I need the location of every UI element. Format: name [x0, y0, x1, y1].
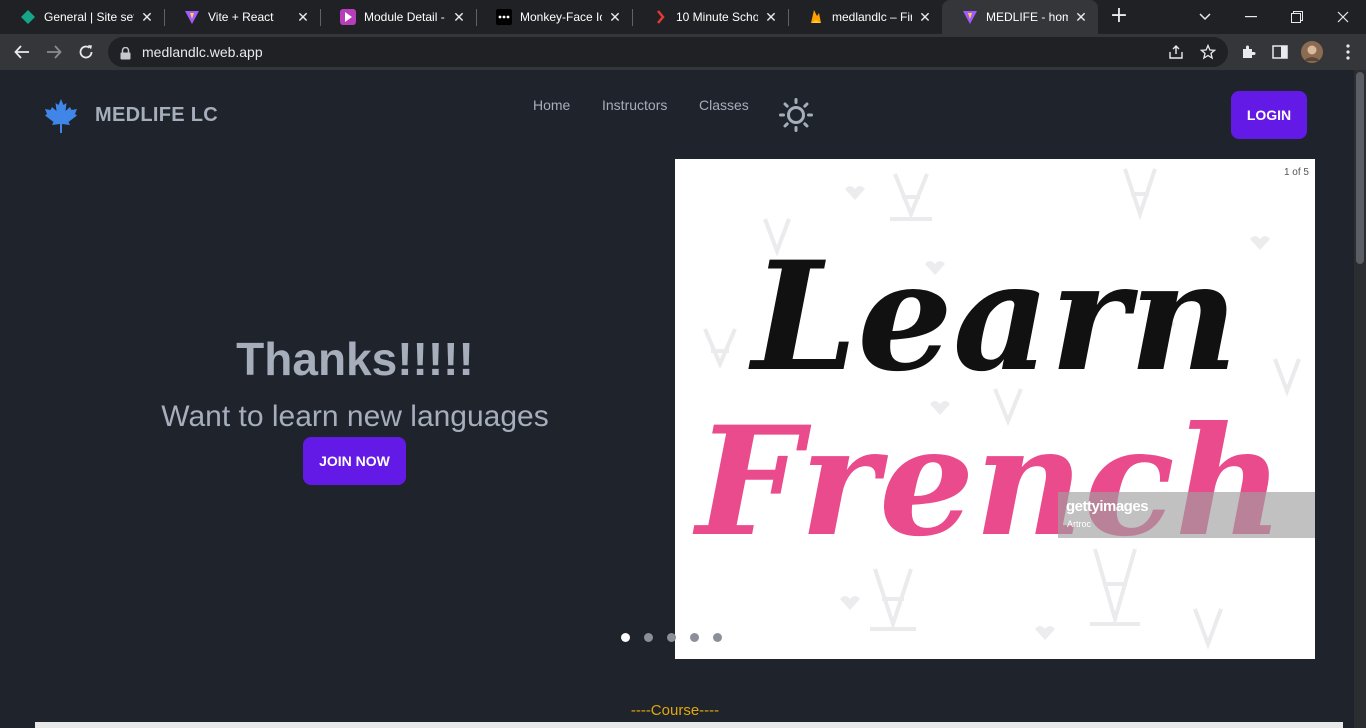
section-divider: [35, 722, 1343, 728]
tab-title: medlandlc – Fireb: [832, 10, 912, 24]
dots-icon: [496, 9, 512, 25]
close-tab-icon[interactable]: ✕: [452, 9, 466, 26]
browser-tab-strip: General | Site setti ✕ Vite + React ✕ Mo…: [0, 0, 1366, 34]
minimize-button[interactable]: [1228, 0, 1274, 34]
slide-counter: 1 of 5: [1283, 167, 1309, 178]
browser-tab[interactable]: Module Detail - P ✕: [320, 2, 476, 32]
bookmark-star-icon[interactable]: [1198, 42, 1218, 62]
tab-title: Monkey-Face Icon: [520, 10, 602, 24]
close-tab-icon[interactable]: ✕: [764, 9, 778, 26]
close-window-button[interactable]: [1320, 0, 1366, 34]
vite-icon: [184, 9, 200, 25]
play-icon: [340, 9, 356, 25]
carousel-slide-image[interactable]: Learn French 1 of 5 gettyimages Artroc: [675, 159, 1315, 659]
vite-icon: [962, 9, 978, 25]
browser-tab[interactable]: Monkey-Face Icon ✕: [476, 2, 632, 32]
forward-icon[interactable]: [42, 40, 66, 64]
close-tab-icon[interactable]: ✕: [1074, 9, 1088, 26]
browser-tab[interactable]: medlandlc – Fireb ✕: [788, 2, 942, 32]
close-tab-icon[interactable]: ✕: [918, 9, 932, 26]
restore-button[interactable]: [1274, 0, 1320, 34]
carousel-dot[interactable]: [621, 633, 630, 642]
carousel-dot[interactable]: [644, 633, 653, 642]
side-panel-icon[interactable]: [1270, 42, 1290, 62]
nav-link-instructors[interactable]: Instructors: [602, 97, 667, 113]
brand-name[interactable]: MEDLIFE LC: [95, 104, 218, 127]
address-bar[interactable]: medlandlc.web.app: [108, 37, 1228, 67]
scrollbar-thumb[interactable]: [1356, 72, 1364, 264]
carousel-dot[interactable]: [690, 633, 699, 642]
tab-search-icon[interactable]: [1182, 0, 1228, 34]
tab-title: MEDLIFE - home: [986, 10, 1068, 24]
close-tab-icon[interactable]: ✕: [608, 9, 622, 26]
tab-title: Module Detail - P: [364, 10, 446, 24]
maple-leaf-icon[interactable]: [44, 98, 78, 134]
ten-minute-icon: [652, 9, 668, 25]
browser-tab[interactable]: Vite + React ✕: [164, 2, 320, 32]
nav-link-home[interactable]: Home: [533, 97, 570, 113]
image-credit: Artroc: [1067, 519, 1092, 529]
hero-subtitle: Want to learn new languages: [161, 400, 549, 433]
browser-tab[interactable]: 10 Minute School ✕: [632, 2, 788, 32]
join-now-button[interactable]: JOIN NOW: [303, 437, 406, 485]
slide-word-french: French: [692, 394, 1284, 570]
watermark-text: gettyimages: [1066, 498, 1149, 515]
close-tab-icon[interactable]: ✕: [140, 9, 154, 26]
sun-icon[interactable]: [779, 98, 813, 132]
browser-tab[interactable]: General | Site setti ✕: [0, 2, 164, 32]
tab-title: Vite + React: [208, 10, 274, 24]
browser-toolbar: medlandlc.web.app: [0, 34, 1366, 70]
diamond-icon: [20, 9, 36, 25]
firebase-icon: [808, 9, 824, 25]
carousel-dot[interactable]: [667, 633, 676, 642]
carousel-dots: [621, 633, 722, 643]
menu-kebab-icon[interactable]: [1338, 42, 1358, 62]
getty-watermark: gettyimages Artroc: [1058, 492, 1315, 538]
tab-title: 10 Minute School: [676, 10, 758, 24]
share-icon[interactable]: [1166, 42, 1186, 62]
course-section-label: ----Course----: [630, 702, 720, 719]
web-page: MEDLIFE LC Home Instructors Classes LOGI…: [0, 70, 1354, 728]
lock-icon[interactable]: [120, 45, 131, 64]
carousel-dot[interactable]: [713, 633, 722, 642]
slide-word-learn: Learn: [748, 229, 1238, 405]
reload-icon[interactable]: [74, 40, 98, 64]
browser-tab-active[interactable]: MEDLIFE - home ✕: [942, 0, 1098, 34]
hero-title: Thanks!!!!!: [236, 333, 474, 385]
close-tab-icon[interactable]: ✕: [296, 9, 310, 26]
learn-french-artwork: Learn French: [692, 168, 1301, 650]
nav-link-classes[interactable]: Classes: [699, 97, 749, 113]
back-icon[interactable]: [10, 40, 34, 64]
extensions-icon[interactable]: [1238, 42, 1258, 62]
login-button[interactable]: LOGIN: [1231, 91, 1307, 139]
new-tab-button[interactable]: +: [1108, 5, 1130, 29]
url-text: medlandlc.web.app: [142, 44, 263, 60]
page-scrollbar[interactable]: [1354, 70, 1366, 728]
profile-avatar-icon[interactable]: [1301, 41, 1323, 63]
tab-title: General | Site setti: [44, 10, 134, 24]
